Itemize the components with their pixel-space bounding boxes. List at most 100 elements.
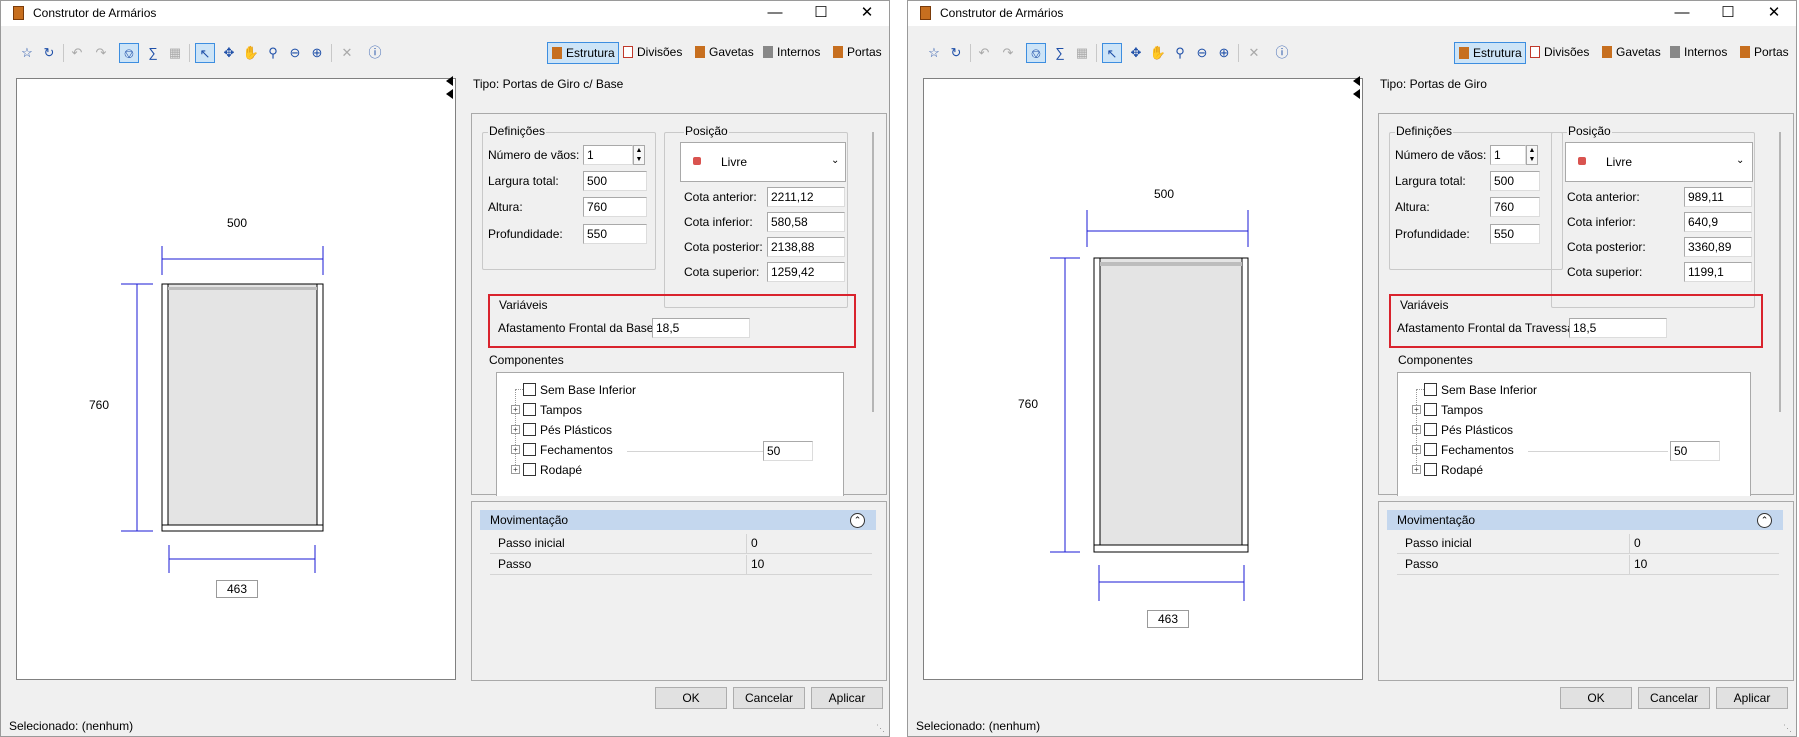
componentes-tree[interactable]: Sem Base Inferior + Tampos + Pés Plástic… xyxy=(1397,372,1751,496)
cota-posterior-input[interactable]: 2138,88 xyxy=(767,237,845,257)
cota-inferior-input[interactable]: 640,9 xyxy=(1684,212,1752,232)
cabinet-body[interactable] xyxy=(1093,257,1249,553)
num-vaos-input[interactable]: 1 xyxy=(583,145,633,165)
tree-item-sem-base[interactable]: Sem Base Inferior xyxy=(1441,383,1537,397)
help-icon[interactable]: ⓘ xyxy=(1272,43,1292,63)
resize-grip-icon[interactable]: ⋱ xyxy=(1783,723,1793,733)
tab-divisoes[interactable]: Divisões xyxy=(619,42,685,64)
expand-icon[interactable]: + xyxy=(1412,405,1421,414)
property-row[interactable]: Passo inicial 0 xyxy=(490,534,872,554)
zoom-out-icon[interactable]: ⊖ xyxy=(1192,43,1212,63)
tab-estrutura[interactable]: Estrutura xyxy=(1454,42,1526,64)
minimize-button[interactable]: — xyxy=(1660,1,1704,26)
new-icon[interactable]: ☆ xyxy=(924,43,944,63)
drawing-canvas[interactable]: 500 760 463 xyxy=(923,78,1363,680)
undo-icon[interactable]: ↶ xyxy=(67,43,87,63)
collapse-arrow-icon[interactable] xyxy=(1353,76,1360,86)
apply-button[interactable]: Aplicar xyxy=(1716,687,1788,709)
collapse-arrow-icon[interactable] xyxy=(1353,89,1360,99)
cota-anterior-input[interactable]: 2211,12 xyxy=(767,187,845,207)
tree-item-rodape[interactable]: Rodapé xyxy=(1441,463,1483,477)
expand-icon[interactable]: + xyxy=(511,425,520,434)
collapse-up-icon[interactable]: ⌃ xyxy=(850,513,865,528)
cota-superior-input[interactable]: 1259,42 xyxy=(767,262,845,282)
zoom-window-icon[interactable]: ⚲ xyxy=(1170,43,1190,63)
collapse-arrow-icon[interactable] xyxy=(446,76,453,86)
checkbox[interactable] xyxy=(523,403,536,416)
posicao-dropdown[interactable]: Livre ⌄ xyxy=(680,142,846,182)
design-mode-icon[interactable]: ⎊ xyxy=(119,43,139,63)
tree-item-pes-plasticos[interactable]: Pés Plásticos xyxy=(540,423,612,437)
tree-item-fechamentos[interactable]: Fechamentos xyxy=(1441,443,1514,457)
property-row[interactable]: Passo inicial 0 xyxy=(1397,534,1779,554)
largura-input[interactable]: 500 xyxy=(1490,171,1540,191)
scrollbar[interactable] xyxy=(1779,132,1781,412)
afastamento-input[interactable]: 18,5 xyxy=(652,318,750,338)
tab-portas[interactable]: Portas xyxy=(1736,42,1792,64)
zoom-all-icon[interactable]: ⊕ xyxy=(307,43,327,63)
altura-input[interactable]: 760 xyxy=(583,197,647,217)
new-icon[interactable]: ☆ xyxy=(17,43,37,63)
move-icon[interactable]: ✥ xyxy=(219,43,239,63)
redo-icon[interactable]: ↷ xyxy=(91,43,111,63)
tab-internos[interactable]: Internos xyxy=(1666,42,1730,64)
cota-superior-input[interactable]: 1199,1 xyxy=(1684,262,1752,282)
fechamentos-input[interactable]: 50 xyxy=(763,441,813,461)
cabinet-body[interactable] xyxy=(161,283,324,532)
side-panel[interactable] xyxy=(316,283,324,532)
checkbox[interactable] xyxy=(523,383,536,396)
largura-input[interactable]: 500 xyxy=(583,171,647,191)
checkbox[interactable] xyxy=(1424,383,1437,396)
tree-item-tampos[interactable]: Tampos xyxy=(1441,403,1483,417)
expand-icon[interactable]: + xyxy=(511,445,520,454)
tree-item-pes-plasticos[interactable]: Pés Plásticos xyxy=(1441,423,1513,437)
checkbox[interactable] xyxy=(1424,443,1437,456)
side-panel[interactable] xyxy=(1241,257,1249,553)
resize-grip-icon[interactable]: ⋱ xyxy=(876,723,886,733)
checkbox[interactable] xyxy=(523,423,536,436)
base-panel[interactable] xyxy=(161,524,324,532)
scrollbar[interactable] xyxy=(872,132,874,412)
tree-item-rodape[interactable]: Rodapé xyxy=(540,463,582,477)
refresh-icon[interactable]: ↻ xyxy=(39,43,59,63)
checkbox[interactable] xyxy=(1424,403,1437,416)
expand-icon[interactable]: + xyxy=(1412,425,1421,434)
redo-icon[interactable]: ↷ xyxy=(998,43,1018,63)
tab-gavetas[interactable]: Gavetas xyxy=(691,42,757,64)
profundidade-input[interactable]: 550 xyxy=(1490,224,1540,244)
dim-bottom-label[interactable]: 463 xyxy=(216,580,258,598)
drawing-canvas[interactable]: 500 760 463 xyxy=(16,78,456,680)
altura-input[interactable]: 760 xyxy=(1490,197,1540,217)
property-row[interactable]: Passo 10 xyxy=(490,555,872,575)
undo-icon[interactable]: ↶ xyxy=(974,43,994,63)
fechamentos-input[interactable]: 50 xyxy=(1670,441,1720,461)
checkbox[interactable] xyxy=(1424,463,1437,476)
apply-button[interactable]: Aplicar xyxy=(811,687,883,709)
grid-icon[interactable]: ▦ xyxy=(165,43,185,63)
design-mode-icon[interactable]: ⎊ xyxy=(1026,43,1046,63)
ok-button[interactable]: OK xyxy=(1560,687,1632,709)
tab-divisoes[interactable]: Divisões xyxy=(1526,42,1592,64)
delete-icon[interactable]: ✕ xyxy=(337,43,357,63)
select-pointer-icon[interactable]: ↖ xyxy=(195,43,215,63)
refresh-icon[interactable]: ↻ xyxy=(946,43,966,63)
spinner-icon[interactable]: ▲ ▼ xyxy=(633,145,645,165)
ok-button[interactable]: OK xyxy=(655,687,727,709)
expand-icon[interactable]: + xyxy=(1412,465,1421,474)
minimize-button[interactable]: — xyxy=(753,1,797,26)
posicao-dropdown[interactable]: Livre ⌄ xyxy=(1565,142,1753,182)
expand-icon[interactable]: + xyxy=(511,465,520,474)
maximize-button[interactable]: ☐ xyxy=(1706,1,1750,26)
maximize-button[interactable]: ☐ xyxy=(799,1,843,26)
cota-anterior-input[interactable]: 989,11 xyxy=(1684,187,1752,207)
zoom-out-icon[interactable]: ⊖ xyxy=(285,43,305,63)
close-button[interactable]: ✕ xyxy=(845,1,889,26)
tree-item-sem-base[interactable]: Sem Base Inferior xyxy=(540,383,636,397)
collapse-arrow-icon[interactable] xyxy=(446,89,453,99)
section-icon[interactable]: ∑ xyxy=(1050,43,1070,63)
zoom-all-icon[interactable]: ⊕ xyxy=(1214,43,1234,63)
section-icon[interactable]: ∑ xyxy=(143,43,163,63)
movimentacao-header[interactable]: Movimentação xyxy=(1387,510,1783,530)
expand-icon[interactable]: + xyxy=(1412,445,1421,454)
move-icon[interactable]: ✥ xyxy=(1126,43,1146,63)
